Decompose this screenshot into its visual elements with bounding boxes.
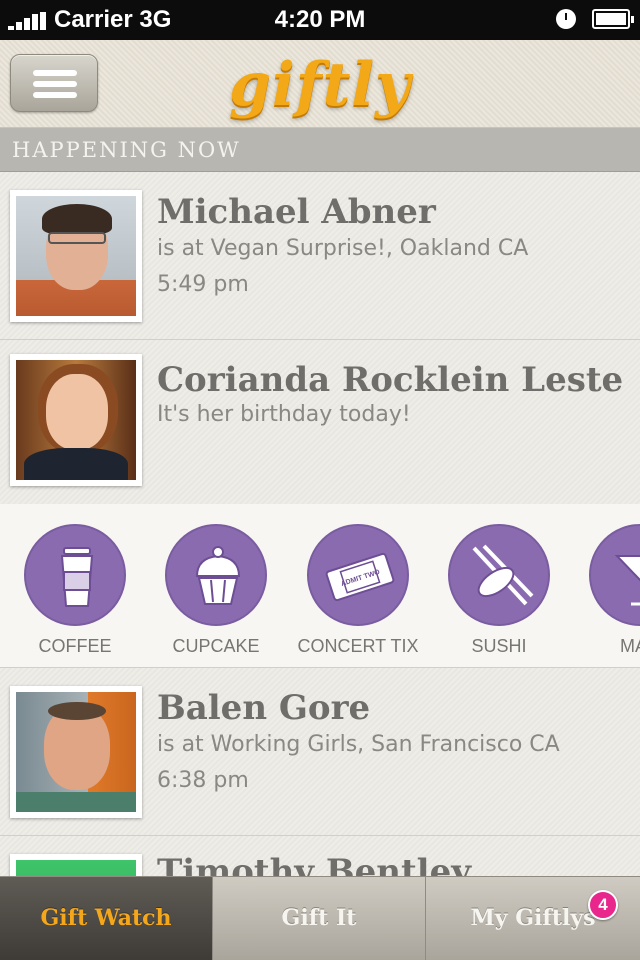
tab-bar: Gift Watch Gift It My Giftlys <box>0 876 640 960</box>
feed-item[interactable]: Corianda Rocklein Leste It's her birthda… <box>0 340 640 504</box>
sushi-icon <box>472 544 534 606</box>
battery-icon <box>592 9 634 29</box>
notification-badge: 4 <box>588 890 618 920</box>
tab-gift-watch[interactable]: Gift Watch <box>0 877 213 960</box>
person-name: Balen Gore <box>157 688 371 728</box>
person-name: Corianda Rocklein Leste <box>157 360 624 400</box>
gift-label: MAR <box>620 636 640 656</box>
gift-label: COFFEE <box>38 636 112 656</box>
ticket-icon: ADMIT TWO <box>325 552 395 602</box>
martini-icon <box>614 555 640 606</box>
avatar[interactable] <box>10 190 142 322</box>
feed-item[interactable]: Balen Gore is at Working Girls, San Fran… <box>0 668 640 836</box>
gift-label: CUPCAKE <box>172 636 260 656</box>
avatar[interactable] <box>10 354 142 486</box>
feed-item[interactable]: Michael Abner is at Vegan Surprise!, Oak… <box>0 172 640 340</box>
cupcake-icon <box>195 546 241 605</box>
signal-strength-icon <box>8 12 50 30</box>
gift-label: CONCERT TIX <box>297 636 419 656</box>
gift-option-martini[interactable]: MAR <box>570 524 640 657</box>
gift-option-coffee[interactable]: COFFEE <box>5 524 145 657</box>
tab-gift-it[interactable]: Gift It <box>213 877 426 960</box>
avatar[interactable] <box>10 686 142 818</box>
alarm-clock-icon <box>556 9 576 29</box>
person-name: Michael Abner <box>157 192 436 232</box>
status-bar: Carrier 3G 4:20 PM <box>0 0 640 40</box>
section-header: HAPPENING NOW <box>0 128 640 172</box>
gift-option-sushi[interactable]: SUSHI <box>429 524 569 657</box>
app-logo: giftly <box>229 50 411 120</box>
timestamp: 6:38 pm <box>157 768 249 793</box>
gift-options-carousel[interactable]: COFFEE CUPCAKE ADMIT TWO CONCERT TIX SUS… <box>0 504 640 668</box>
gift-option-cupcake[interactable]: CUPCAKE <box>146 524 286 657</box>
location-text: is at Vegan Surprise!, Oakland CA <box>157 236 529 261</box>
app-header: giftly <box>0 40 640 128</box>
coffee-cup-icon <box>60 547 94 607</box>
status-text: It's her birthday today! <box>157 402 411 427</box>
timestamp: 5:49 pm <box>157 272 249 297</box>
carrier-label: Carrier 3G <box>54 6 172 33</box>
location-text: is at Working Girls, San Francisco CA <box>157 732 560 757</box>
gift-option-concert-tix[interactable]: ADMIT TWO CONCERT TIX <box>288 524 428 657</box>
gift-label: SUSHI <box>471 636 527 656</box>
